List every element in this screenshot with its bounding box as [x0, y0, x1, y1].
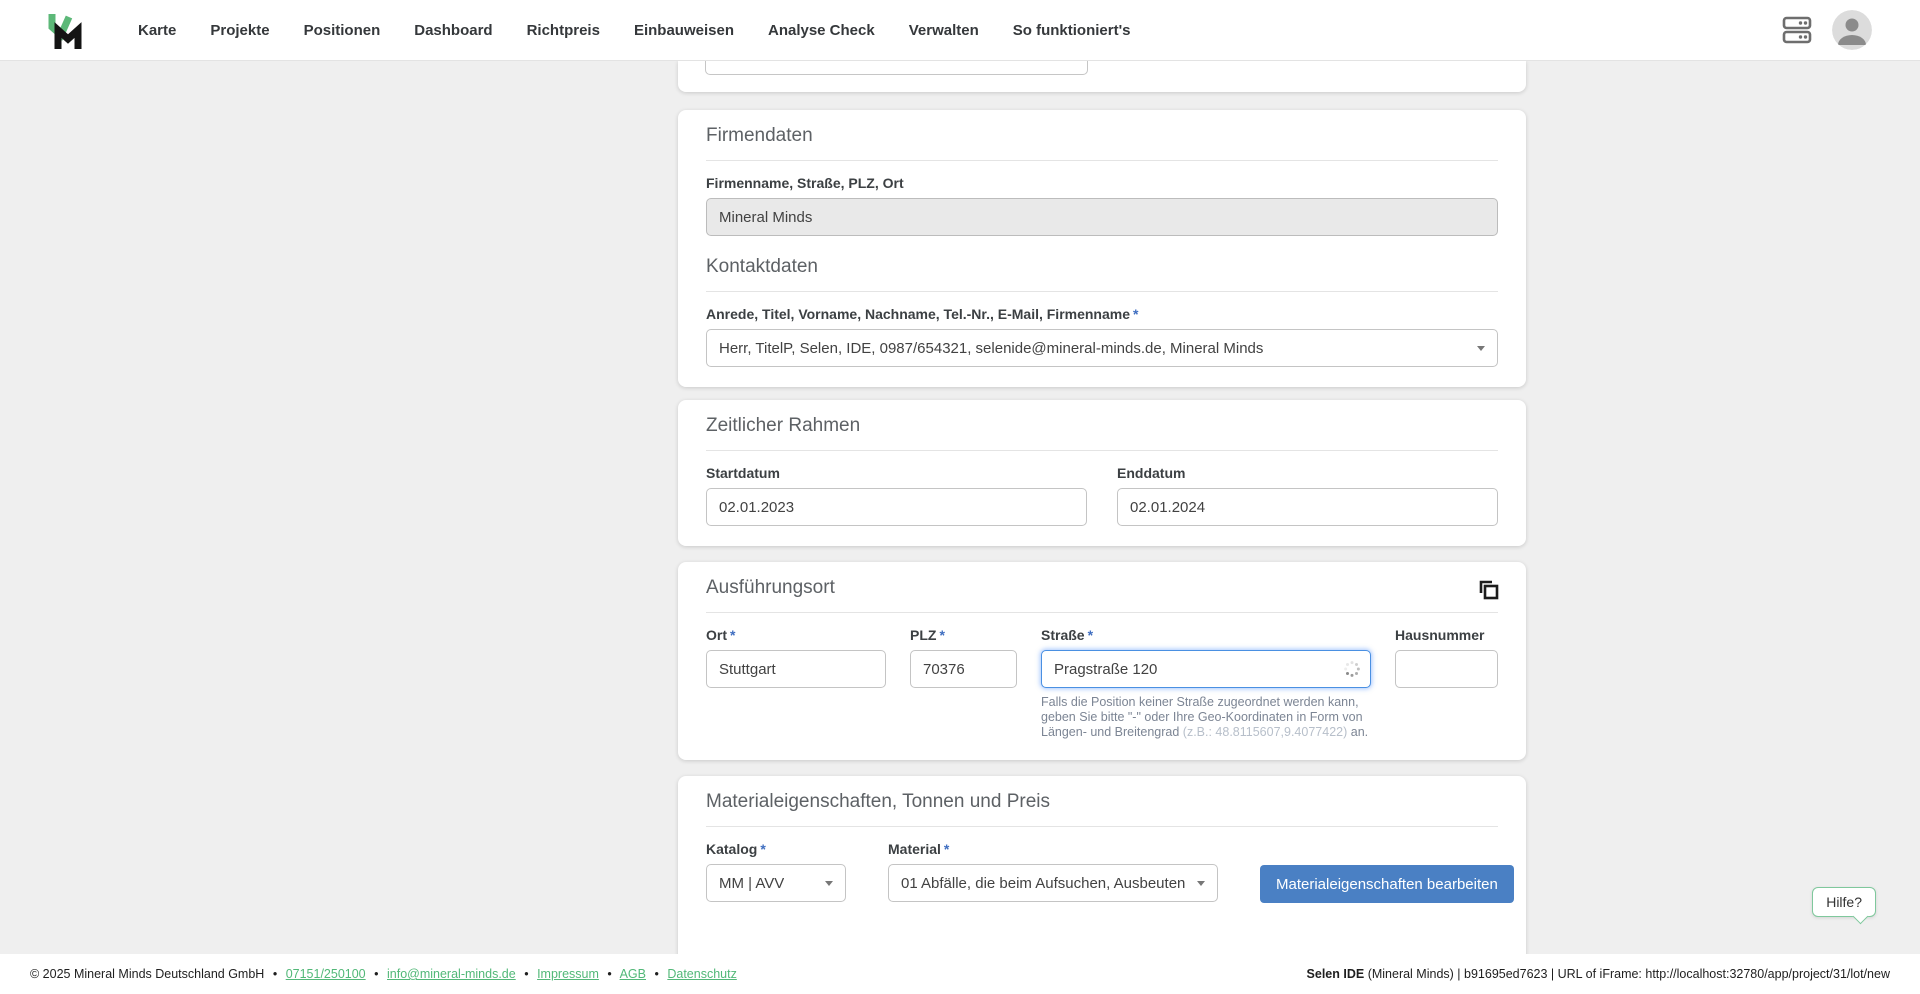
katalog-select-value: MM | AVV — [719, 874, 785, 892]
separator-dot: • — [272, 967, 278, 981]
divider — [706, 826, 1498, 827]
materialeigenschaften-bearbeiten-button[interactable]: Materialeigenschaften bearbeiten — [1260, 865, 1514, 903]
chevron-down-icon — [825, 880, 833, 886]
required-asterisk: * — [939, 627, 945, 643]
copy-icon[interactable] — [1475, 577, 1501, 608]
strasse-hint-text: Falls die Position keiner Straße zugeord… — [1041, 695, 1371, 740]
required-asterisk: * — [943, 841, 950, 857]
katalog-select[interactable]: MM | AVV — [706, 864, 846, 902]
firmenname-label: Firmenname, Straße, PLZ, Ort — [706, 175, 904, 191]
enddatum-label: Enddatum — [1117, 465, 1186, 481]
hint-suffix-text: an. — [1347, 725, 1369, 739]
footer-right: Selen IDE (Mineral Minds) | b91695ed7623… — [1307, 967, 1890, 981]
user-avatar[interactable] — [1832, 10, 1872, 50]
page-footer: © 2025 Mineral Minds Deutschland GmbH • … — [0, 954, 1920, 994]
nav-item-verwalten[interactable]: Verwalten — [909, 22, 979, 39]
footer-debug-info: (Mineral Minds) | b91695ed7623 | URL of … — [1364, 967, 1890, 981]
footer-app-name: Selen IDE — [1306, 967, 1365, 981]
katalog-label-text: Katalog — [706, 841, 758, 857]
nav-item-so-funktionierts[interactable]: So funktioniert's — [1013, 22, 1131, 39]
nav-item-positionen[interactable]: Positionen — [304, 22, 381, 39]
strasse-field[interactable] — [1041, 650, 1371, 688]
previous-card-partial — [678, 61, 1526, 92]
separator-dot: • — [607, 967, 612, 981]
server-icon[interactable] — [1780, 15, 1814, 45]
strasse-label: Straße * — [1041, 627, 1371, 643]
chevron-down-icon — [1197, 880, 1205, 886]
copyright-text: © 2025 Mineral Minds Deutschland GmbH — [30, 967, 265, 981]
required-asterisk: * — [1133, 306, 1139, 322]
card-materialeigenschaften: Materialeigenschaften, Tonnen und Preis … — [678, 776, 1526, 954]
plz-label: PLZ * — [910, 627, 1017, 643]
separator-dot: • — [654, 967, 659, 981]
nav-item-karte[interactable]: Karte — [138, 22, 176, 39]
section-title-firmendaten: Firmendaten — [706, 125, 813, 146]
startdatum-label: Startdatum — [706, 465, 780, 481]
hint-example-text: (z.B.: 48.8115607,9.4077422) — [1182, 725, 1348, 739]
top-navigation-bar: Karte Projekte Positionen Dashboard Rich… — [0, 0, 1920, 61]
material-label-text: Material — [888, 841, 941, 857]
hausnummer-label: Hausnummer — [1395, 627, 1485, 643]
nav-item-richtpreis[interactable]: Richtpreis — [527, 22, 600, 39]
section-title-material: Materialeigenschaften, Tonnen und Preis — [706, 791, 1050, 812]
kontakt-label-text: Anrede, Titel, Vorname, Nachname, Tel.-N… — [706, 306, 1131, 322]
divider — [706, 612, 1498, 613]
required-asterisk: * — [1087, 627, 1094, 643]
footer-link-email[interactable]: info@mineral-minds.de — [387, 967, 516, 981]
nav-item-projekte[interactable]: Projekte — [210, 22, 269, 39]
separator-dot: • — [524, 967, 529, 981]
plz-label-text: PLZ — [910, 627, 937, 643]
footer-link-phone[interactable]: 07151/250100 — [286, 967, 366, 981]
footer-left: © 2025 Mineral Minds Deutschland GmbH • … — [30, 967, 737, 981]
material-select[interactable]: 01 Abfälle, die beim Aufsuchen, Ausbeute… — [888, 864, 1218, 902]
material-select-value: 01 Abfälle, die beim Aufsuchen, Ausbeute… — [901, 874, 1189, 892]
ort-label: Ort * — [706, 627, 886, 643]
section-title-zeitlicher-rahmen: Zeitlicher Rahmen — [706, 415, 861, 436]
footer-link-impressum[interactable]: Impressum — [537, 967, 599, 981]
card-ausfuehrungsort: Ausführungsort Ort* PLZ* — [678, 562, 1526, 760]
katalog-label: Katalog * — [706, 841, 846, 857]
nav-item-analyse-check[interactable]: Analyse Check — [768, 22, 875, 39]
separator-dot: • — [374, 967, 379, 981]
footer-link-agb[interactable]: AGB — [620, 967, 646, 981]
card-zeitlicher-rahmen: Zeitlicher Rahmen Startdatum Enddatum — [678, 400, 1526, 546]
help-button[interactable]: Hilfe? — [1812, 887, 1876, 917]
card-firmendaten-kontaktdaten: Firmendaten Firmenname, Straße, PLZ, Ort… — [678, 110, 1526, 387]
cutoff-input-field[interactable] — [705, 61, 1088, 75]
divider — [706, 450, 1498, 451]
hausnummer-field[interactable] — [1395, 650, 1498, 688]
nav-item-dashboard[interactable]: Dashboard — [414, 22, 492, 39]
kontakt-select[interactable]: Herr, TitelP, Selen, IDE, 0987/654321, s… — [706, 329, 1498, 367]
required-asterisk: * — [730, 627, 736, 643]
plz-field[interactable] — [910, 650, 1017, 688]
main-menu: Karte Projekte Positionen Dashboard Rich… — [138, 22, 1131, 39]
firmenname-field — [706, 198, 1498, 236]
ort-label-text: Ort — [706, 627, 727, 643]
mineral-minds-logo-icon[interactable] — [44, 7, 90, 53]
divider — [706, 291, 1498, 292]
nav-right-actions — [1780, 10, 1872, 50]
footer-link-datenschutz[interactable]: Datenschutz — [667, 967, 736, 981]
enddatum-field[interactable] — [1117, 488, 1498, 526]
nav-item-einbauweisen[interactable]: Einbauweisen — [634, 22, 734, 39]
loading-spinner-icon — [1343, 660, 1361, 683]
material-label: Material * — [888, 841, 1218, 857]
kontakt-select-value: Herr, TitelP, Selen, IDE, 0987/654321, s… — [719, 339, 1264, 357]
divider — [706, 160, 1498, 161]
chevron-down-icon — [1477, 345, 1485, 351]
required-asterisk: * — [760, 841, 766, 857]
startdatum-field[interactable] — [706, 488, 1087, 526]
kontakt-label: Anrede, Titel, Vorname, Nachname, Tel.-N… — [706, 306, 1498, 322]
section-title-kontaktdaten: Kontaktdaten — [706, 256, 818, 277]
section-title-ausfuehrungsort: Ausführungsort — [706, 577, 835, 598]
strasse-label-text: Straße — [1041, 627, 1085, 643]
form-scroll-area[interactable]: Firmendaten Firmenname, Straße, PLZ, Ort… — [0, 61, 1920, 954]
ort-field[interactable] — [706, 650, 886, 688]
